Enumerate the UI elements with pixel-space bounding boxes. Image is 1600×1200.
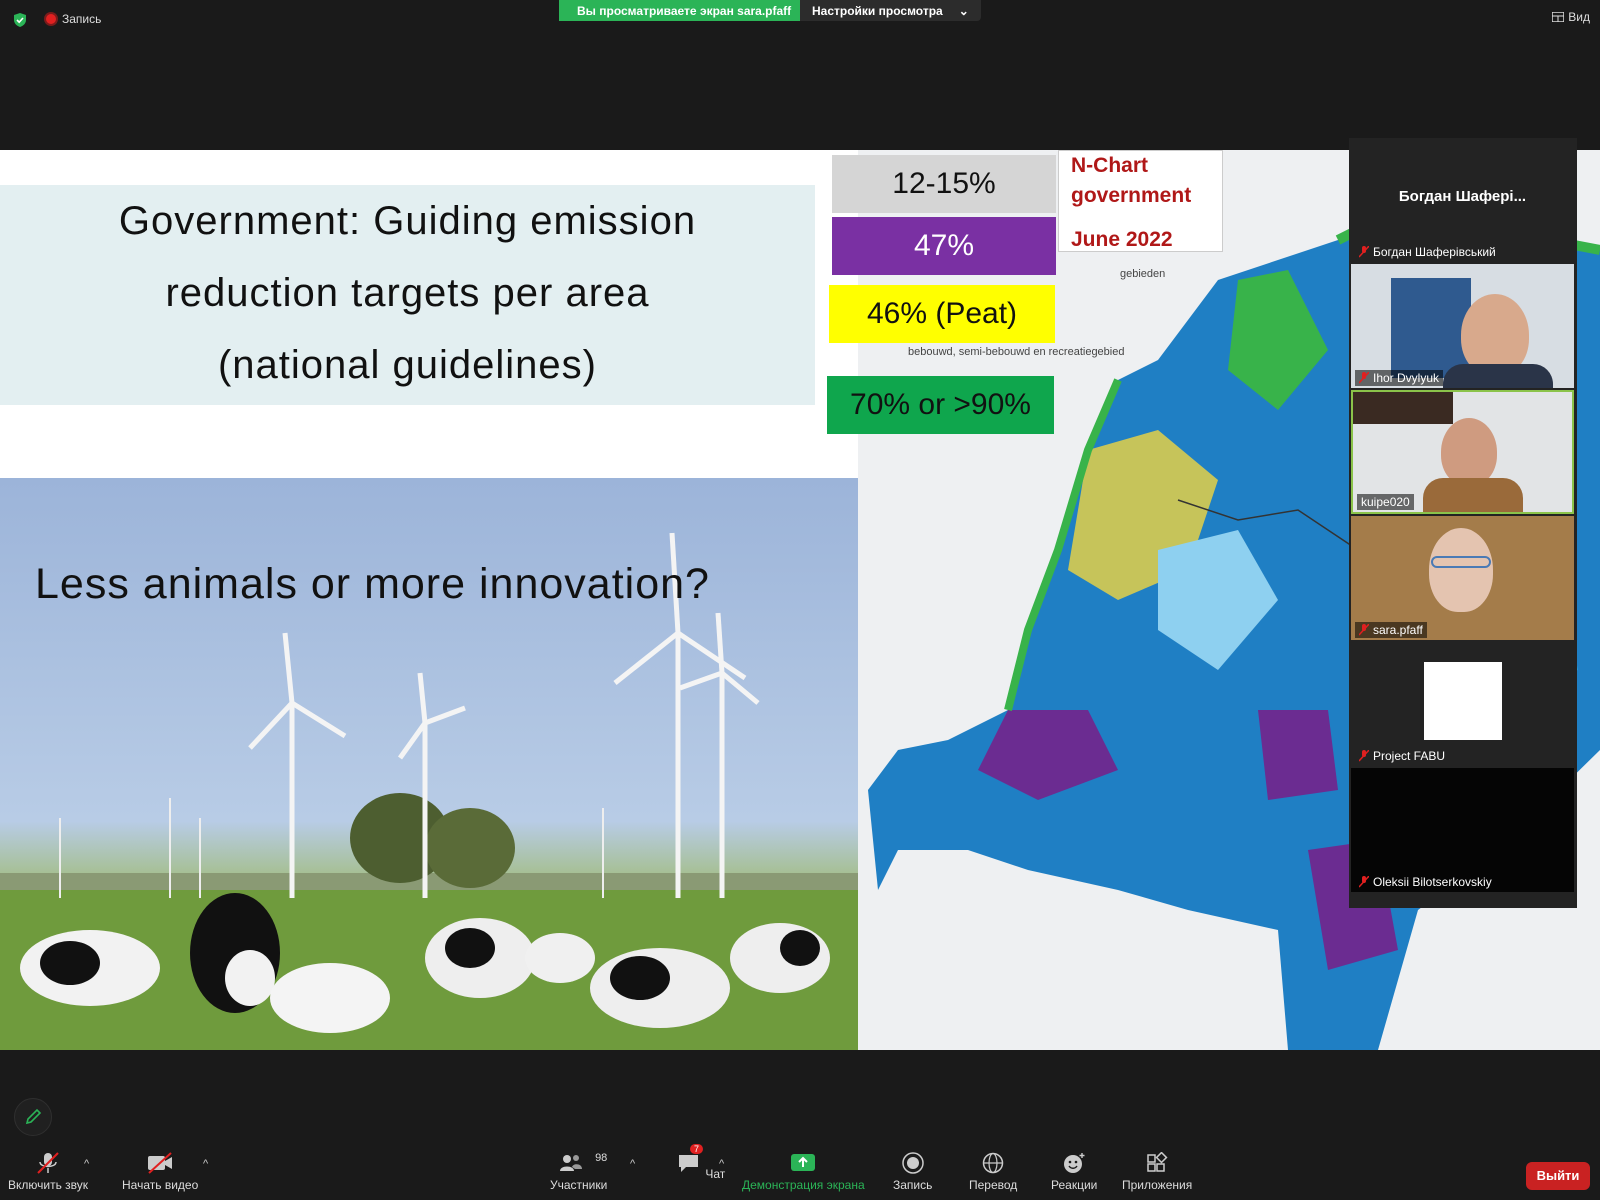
meeting-topbar: Запись Вы просматриваете экран sara.pfaf… bbox=[0, 0, 1600, 40]
leave-button[interactable]: Выйти bbox=[1526, 1162, 1590, 1190]
share-screen-label: Демонстрация экрана bbox=[742, 1178, 865, 1192]
participant-name: sara.pfaff bbox=[1373, 623, 1423, 637]
reactions-label: Реакции bbox=[1051, 1178, 1098, 1192]
mic-muted-icon bbox=[1359, 372, 1369, 384]
participant-gallery[interactable]: Богдан Шафері... Богдан Шаферівський Iho… bbox=[1349, 138, 1577, 908]
security-shield-icon[interactable] bbox=[12, 12, 28, 28]
participant-display-name: Богдан Шафері... bbox=[1398, 188, 1527, 205]
target-chip-grey: 12-15% bbox=[832, 155, 1056, 213]
map-legend-text: bebouwd, semi-bebouwd en recreatiegebied bbox=[908, 346, 1125, 358]
chat-icon bbox=[679, 1155, 698, 1172]
participant-tile-active-speaker[interactable]: kuipe020 bbox=[1351, 390, 1574, 514]
record-button[interactable]: Запись bbox=[893, 1152, 932, 1192]
unmute-button[interactable]: Включить звук bbox=[8, 1152, 88, 1192]
video-options-caret[interactable]: ^ bbox=[203, 1158, 208, 1170]
recording-indicator[interactable]: Запись bbox=[46, 12, 101, 26]
recording-label: Запись bbox=[62, 12, 102, 26]
viewing-banner: Вы просматриваете экран sara.pfaff bbox=[559, 0, 810, 21]
mic-muted-icon bbox=[1359, 624, 1369, 636]
video-off-icon bbox=[148, 1152, 173, 1174]
reactions-button[interactable]: Реакции bbox=[1051, 1152, 1097, 1192]
slide-title: Government: Guiding emission reduction t… bbox=[0, 185, 815, 401]
target-chip-yellow: 46% (Peat) bbox=[829, 285, 1055, 343]
mic-muted-icon bbox=[1359, 246, 1369, 258]
ncharts-line: N-Chart bbox=[1071, 154, 1148, 177]
chevron-down-icon: ⌄ bbox=[958, 4, 969, 18]
emoji-smile-icon bbox=[1064, 1153, 1085, 1173]
participant-tile[interactable]: Project FABU bbox=[1351, 642, 1574, 766]
participants-button[interactable]: 98 Участники bbox=[550, 1152, 607, 1192]
participant-video-face bbox=[1441, 418, 1497, 486]
share-screen-button[interactable]: Демонстрация экрана bbox=[742, 1152, 865, 1192]
ncharts-line: government bbox=[1071, 184, 1192, 207]
participant-name: Богдан Шаферівський bbox=[1373, 245, 1496, 259]
target-chip-green: 70% or >90% bbox=[827, 376, 1054, 434]
globe-icon bbox=[982, 1152, 1004, 1174]
translate-button[interactable]: Перевод bbox=[969, 1152, 1017, 1192]
title-line: (national guidelines) bbox=[217, 343, 597, 387]
chat-options-caret[interactable]: ^ bbox=[719, 1158, 724, 1170]
participants-options-caret[interactable]: ^ bbox=[630, 1158, 635, 1170]
participants-label: Участники bbox=[550, 1178, 608, 1192]
participant-video-face bbox=[1429, 528, 1493, 612]
record-dot-icon bbox=[46, 14, 56, 24]
poster-background bbox=[1391, 278, 1471, 378]
title-line: Government: Guiding emission bbox=[118, 199, 697, 243]
target-chip-purple: 47% bbox=[832, 217, 1056, 275]
map-legend-text: gebieden bbox=[1120, 268, 1166, 280]
record-icon bbox=[901, 1152, 924, 1174]
mic-muted-icon bbox=[1359, 750, 1369, 762]
people-icon bbox=[559, 1155, 582, 1171]
view-settings-label: Настройки просмотра bbox=[812, 4, 943, 18]
slide-question: Less animals or more innovation? bbox=[35, 560, 710, 608]
avatar bbox=[1424, 662, 1502, 740]
start-video-button[interactable]: Начать видео bbox=[122, 1152, 198, 1192]
view-label: Вид bbox=[1568, 10, 1590, 24]
participant-name: Oleksii Bilotserkovskiy bbox=[1373, 875, 1492, 889]
glasses bbox=[1431, 556, 1491, 568]
record-label: Запись bbox=[893, 1178, 933, 1192]
meeting-toolbar: Включить звук ^ Начать видео ^ 98 Участн… bbox=[0, 1130, 1600, 1200]
chat-button[interactable]: 7 Чат bbox=[676, 1144, 725, 1181]
ncharts-label: N-Chart government June 2022 bbox=[1058, 150, 1223, 252]
mic-muted-icon bbox=[37, 1152, 59, 1174]
chat-unread-badge: 7 bbox=[690, 1144, 704, 1154]
participant-name: kuipe020 bbox=[1361, 495, 1410, 509]
view-settings-dropdown[interactable]: Настройки просмотра ⌄ bbox=[800, 0, 981, 21]
translate-label: Перевод bbox=[969, 1178, 1018, 1192]
audio-options-caret[interactable]: ^ bbox=[84, 1158, 89, 1170]
participant-tile[interactable]: Богдан Шафері... Богдан Шаферівський bbox=[1351, 138, 1574, 262]
view-button[interactable]: Вид bbox=[1552, 10, 1590, 24]
title-line: reduction targets per area bbox=[165, 271, 650, 315]
unmute-label: Включить звук bbox=[8, 1178, 89, 1192]
start-video-label: Начать видео bbox=[122, 1178, 199, 1192]
grid-view-icon bbox=[1552, 12, 1565, 22]
participant-tile[interactable]: sara.pfaff bbox=[1351, 516, 1574, 640]
mic-muted-icon bbox=[1359, 876, 1369, 888]
participant-tile[interactable]: Oleksii Bilotserkovskiy bbox=[1351, 768, 1574, 892]
share-screen-icon bbox=[791, 1154, 816, 1171]
apps-icon bbox=[1147, 1152, 1168, 1172]
participant-tile[interactable]: Ihor Dvylyuk bbox=[1351, 264, 1574, 388]
participant-name: Project FABU bbox=[1373, 749, 1446, 763]
participant-name: Ihor Dvylyuk bbox=[1373, 371, 1440, 385]
participants-count: 98 bbox=[595, 1152, 608, 1164]
ncharts-date: June 2022 bbox=[1071, 228, 1173, 251]
apps-button[interactable]: Приложения bbox=[1122, 1152, 1192, 1192]
apps-label: Приложения bbox=[1122, 1178, 1193, 1192]
